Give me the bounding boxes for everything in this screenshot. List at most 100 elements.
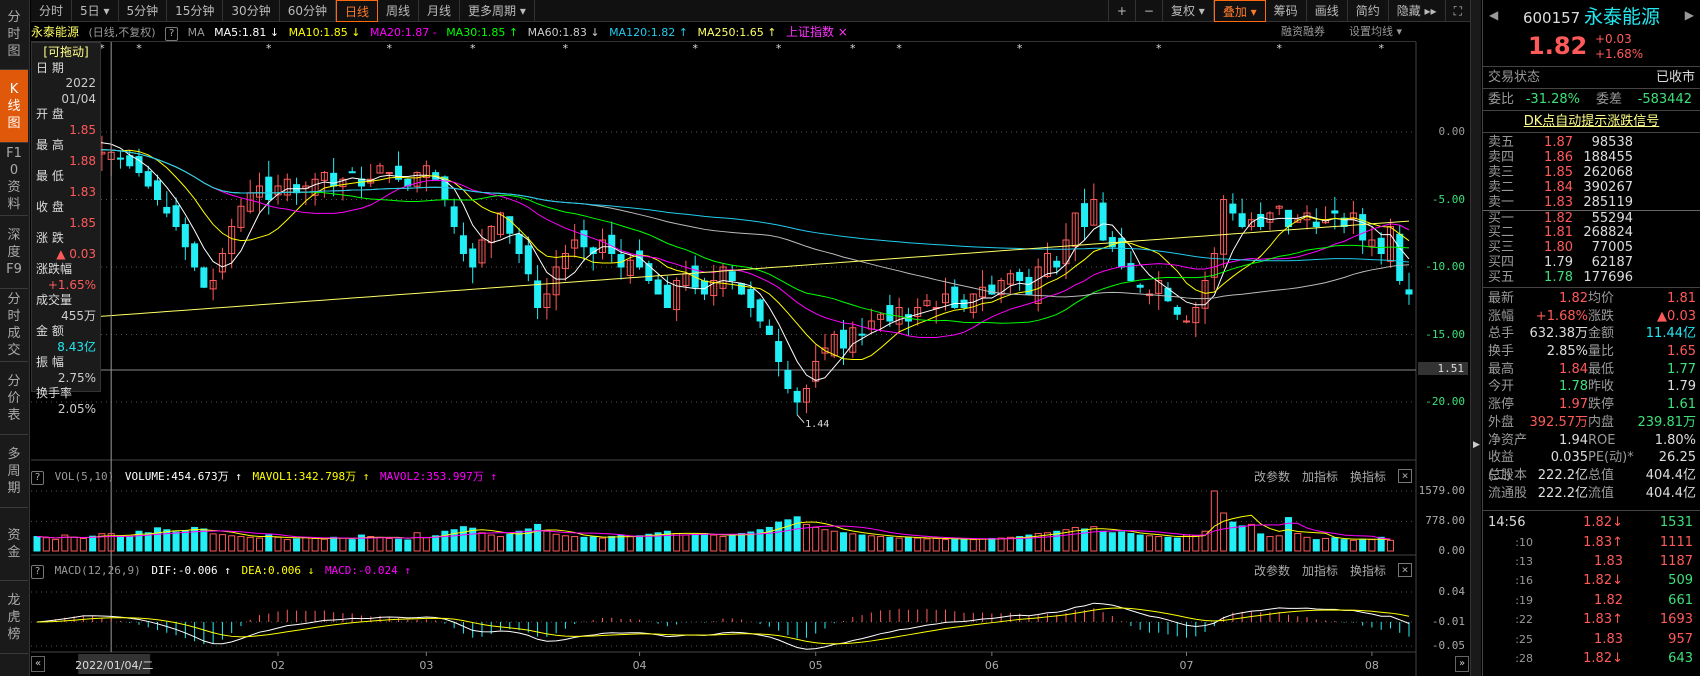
volume-bar [691,533,699,552]
sidebar-tab-0[interactable]: 分时图 [0,0,28,70]
order-book-row[interactable]: 卖五 1.87 98538 [1483,135,1700,150]
vol-indicator-name: VOL(5,10) [54,470,115,483]
period-tab-2[interactable]: 5分钟 [119,0,168,22]
order-book-row[interactable]: 卖二 1.84 390267 [1483,180,1700,195]
tick-time: :13 [1515,555,1533,569]
collapse-arrow-icon[interactable]: ▶ [1473,440,1480,450]
toolbar-button-6[interactable]: 简约 [1348,0,1389,22]
crosshair-info-panel[interactable]: [可拖动] 日 期 2022 01/04 开 盘 1.85 最 高 1.88 最 低 1.83… [31,42,101,416]
switch-indicator-button[interactable]: 换指标 [1350,469,1386,485]
fullscreen-icon[interactable]: ⛶ [1446,0,1471,22]
order-book-row[interactable]: 卖四 1.86 188455 [1483,150,1700,165]
sidebar-tab-1[interactable]: K线图 [0,70,28,143]
stat-value: 1.94 [1559,432,1588,448]
period-tab-0[interactable]: 分时 [31,0,73,22]
order-book-row[interactable]: 买二 1.81 268824 [1483,225,1700,240]
close-icon[interactable]: × [1398,469,1412,483]
close-icon[interactable]: × [1398,563,1412,577]
order-level: 买三 [1488,240,1515,255]
info-label: 日 期 [36,60,64,75]
period-tab-7[interactable]: 周线 [378,0,420,22]
change-params-button[interactable]: 改参数 [1254,563,1290,579]
scroll-left-button[interactable]: « [31,656,45,672]
order-book-row[interactable]: 买三 1.80 77005 [1483,240,1700,255]
toolbar-button-2[interactable]: 复权 ▾ [1163,0,1214,22]
scroll-right-button[interactable]: » [1455,656,1469,672]
tick-volume: 1187 [1659,554,1693,570]
panel-splitter[interactable]: ▶ [1470,0,1481,676]
volume-bar [784,519,792,552]
help-icon[interactable]: ? [165,27,179,41]
add-indicator-button[interactable]: 加指标 [1302,563,1338,579]
volume-bar [904,536,912,552]
sidebar-tab-4[interactable]: 分时成交 [0,289,28,362]
period-tab-8[interactable]: 月线 [419,0,461,22]
period-tab-6[interactable]: 日线 [335,0,378,22]
volume-bar [376,536,384,552]
toolbar-button-4[interactable]: 筹码 [1266,0,1307,22]
volume-bar [1359,538,1367,552]
next-stock-icon[interactable]: ▶ [1685,8,1694,22]
toolbar-button-1[interactable]: − [1136,0,1163,22]
tick-price: 1.83↑ [1583,534,1623,550]
volume-bar [395,538,403,552]
volume-bar [858,534,866,552]
sidebar-tab-8[interactable]: 龙虎榜 [0,581,28,654]
draggable-label[interactable]: [可拖动] [36,45,96,61]
kline-chart[interactable]: ***************1.442022/01/04/二020304050… [31,42,1471,676]
stock-name: 永泰能源 [1584,5,1661,28]
help-icon[interactable]: ? [31,471,44,485]
volume-bar [1127,533,1135,552]
switch-indicator-button[interactable]: 换指标 [1350,563,1386,579]
order-volume: 62187 [1591,255,1633,270]
dk-signal-link[interactable]: DK点自动提示涨跌信号 [1483,110,1700,132]
prev-stock-icon[interactable]: ◀ [1489,8,1498,22]
info-label: 振 幅 [36,355,64,369]
candle-down [747,288,755,308]
set-ma-button[interactable]: 设置均线 ▾ [1349,22,1402,42]
stat-row: 流通股 222.2亿 流值 404.4亿 [1483,485,1700,503]
sidebar-tab-2[interactable]: F10资料 [0,143,28,216]
sidebar-tab-7[interactable]: 资金 [0,508,28,581]
toolbar-button-7[interactable]: 隐藏 ▸▸ [1389,0,1446,22]
order-book-row[interactable]: 买五 1.78 177696 [1483,270,1700,285]
candle-down [1405,289,1413,295]
candle-down [793,390,801,403]
add-indicator-button[interactable]: 加指标 [1302,469,1338,485]
last-price: 1.82 [1528,32,1588,60]
period-tab-4[interactable]: 30分钟 [223,0,280,22]
toolbar-button-5[interactable]: 画线 [1307,0,1348,22]
volume-bar [988,537,996,552]
toolbar-button-3[interactable]: 叠加 ▾ [1213,0,1266,22]
stat-value: 1.78 [1559,379,1588,395]
volume-bar [1349,539,1357,552]
volume-bar [422,537,430,552]
sidebar-tab-3[interactable]: 深度F9 [0,216,28,289]
sidebar-tab-6[interactable]: 多周期 [0,435,28,508]
candle-down [1396,233,1404,282]
period-tab-5[interactable]: 60分钟 [280,0,336,22]
change-params-button[interactable]: 改参数 [1254,469,1290,485]
order-book-row[interactable]: 卖一 1.83 285119 [1483,195,1700,210]
tick-volume: 1111 [1659,534,1693,550]
period-tab-1[interactable]: 5日 ▾ [72,0,119,22]
volume-bar [1006,536,1014,552]
candle-down [265,176,273,200]
margin-trading-button[interactable]: 融资融券 [1281,22,1325,42]
help-icon[interactable]: ? [31,565,44,579]
stat-value: 1.77 [1667,361,1696,377]
order-book-row[interactable]: 买一 1.82 55294 [1483,210,1700,226]
ma250-value: MA250:1.65 ↑ [697,26,777,39]
volume-bar [1322,537,1330,552]
stat-label: 最低 [1588,361,1615,377]
volume-bar [932,537,940,552]
period-tab-3[interactable]: 15分钟 [167,0,224,22]
order-book-row[interactable]: 买四 1.79 62187 [1483,255,1700,270]
toolbar-button-0[interactable]: + [1109,0,1136,22]
order-book-row[interactable]: 卖三 1.85 262068 [1483,165,1700,180]
period-tab-9[interactable]: 更多周期 ▾ [460,0,535,22]
left-sidebar: 分时图 K线图 F10资料 深度F9 分时成交 分价表 多周期 资金 龙虎榜 [0,0,30,676]
overlay-index-button[interactable]: 上证指数 × [786,25,848,39]
price-change: +0.03 [1595,32,1632,46]
sidebar-tab-5[interactable]: 分价表 [0,362,28,435]
